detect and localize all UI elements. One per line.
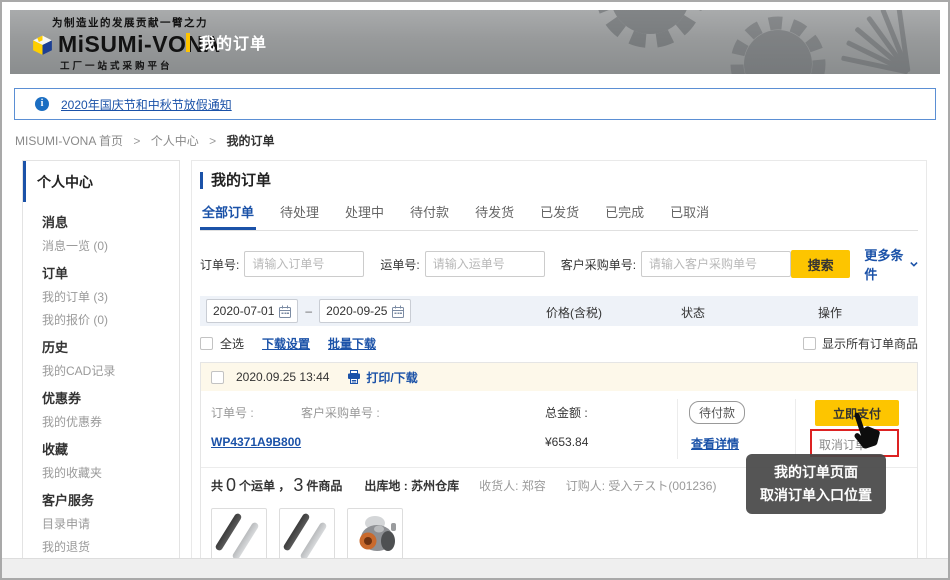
tab-completed[interactable]: 已完成 xyxy=(603,202,646,230)
product-thumb-shaft-rods[interactable] xyxy=(211,508,267,560)
sidebar-item-catalog-request[interactable]: 目录申请 xyxy=(42,517,179,531)
assembly-part-image xyxy=(348,509,402,560)
total-field-label: 总金额 : xyxy=(545,404,588,421)
product-thumb-shaft-rods[interactable] xyxy=(279,508,335,560)
summary-prefix: 共 xyxy=(211,477,223,494)
callout-line2: 取消订单入口位置 xyxy=(750,484,882,507)
logo-subtitle: 工厂一站式采购平台 xyxy=(60,58,221,72)
date-to-picker[interactable]: 2020-09-25 xyxy=(319,299,411,323)
breadcrumb-separator: > xyxy=(209,134,216,148)
shipment-count: 0 xyxy=(226,475,236,496)
sidebar-item-message-list[interactable]: 消息一览 (0) xyxy=(42,239,179,253)
summary-items-suffix: 件商品 xyxy=(306,477,342,494)
breadcrumb-current: 我的订单 xyxy=(226,134,274,148)
notice-bar: i 2020年国庆节和中秋节放假通知 xyxy=(14,88,936,120)
breadcrumb: MISUMI-VONA 首页 > 个人中心 > 我的订单 xyxy=(15,132,274,149)
breadcrumb-separator: > xyxy=(133,134,140,148)
order-tabs: 全部订单 待处理 处理中 待付款 待发货 已发货 已完成 已取消 xyxy=(200,202,918,231)
print-download-link[interactable]: 打印/下载 xyxy=(347,369,417,386)
order-card-header: 2020.09.25 13:44 打印/下载 xyxy=(201,363,917,391)
sidebar-item-my-returns[interactable]: 我的退货 xyxy=(42,540,179,554)
select-all-checkbox[interactable] xyxy=(200,337,213,350)
logo-cube-icon xyxy=(30,32,55,57)
breadcrumb-personal-center[interactable]: 个人中心 xyxy=(151,134,199,148)
column-header-action: 操作 xyxy=(818,304,842,321)
yellow-bar xyxy=(186,33,190,52)
gears-graphic xyxy=(510,10,940,74)
footer-strip xyxy=(2,558,948,578)
date-range-dash: – xyxy=(305,304,312,318)
page-title: 我的订单 xyxy=(200,172,918,189)
item-count: 3 xyxy=(293,475,303,496)
sidebar-item-my-orders[interactable]: 我的订单 (3) xyxy=(42,290,179,304)
printer-icon xyxy=(347,370,361,384)
select-all-label: 全选 xyxy=(220,335,244,352)
breadcrumb-home[interactable]: MISUMI-VONA 首页 xyxy=(15,134,123,148)
info-icon: i xyxy=(35,97,49,111)
batch-actions-row: 全选 下载设置 批量下载 显示所有订单商品 xyxy=(200,335,918,352)
sidebar-section-orders: 订单 xyxy=(42,267,179,281)
order-no-input[interactable] xyxy=(244,251,364,277)
notice-link[interactable]: 2020年国庆节和中秋节放假通知 xyxy=(61,96,232,113)
sidebar-section-coupons: 优惠券 xyxy=(42,392,179,406)
download-settings-link[interactable]: 下载设置 xyxy=(262,335,310,352)
calendar-icon xyxy=(279,305,291,318)
column-header-status: 状态 xyxy=(681,304,705,321)
tab-cancelled[interactable]: 已取消 xyxy=(668,202,711,230)
sidebar-section-favorites: 收藏 xyxy=(42,443,179,457)
summary-mid: 个运单 ， xyxy=(239,477,290,494)
sidebar-item-cad-history[interactable]: 我的CAD记录 xyxy=(42,364,179,378)
date-from-picker[interactable]: 2020-07-01 xyxy=(206,299,298,323)
page: 为制造业的发展贡献一臂之力 MiSUMi-VONA 工厂一站式采购平台 我的订单… xyxy=(0,0,950,580)
status-badge: 待付款 xyxy=(689,401,745,424)
view-details-link[interactable]: 查看详情 xyxy=(691,435,739,452)
more-conditions-link[interactable]: 更多条件 xyxy=(864,245,918,283)
show-all-items-checkbox[interactable] xyxy=(803,337,816,350)
orderer-info: 订购人: 受入テスト(001236) xyxy=(566,477,717,494)
show-all-items-label: 显示所有订单商品 xyxy=(822,335,918,352)
product-thumb-assembly-part[interactable] xyxy=(347,508,403,560)
warehouse-info: 出库地 : 苏州仓库 xyxy=(364,477,459,494)
order-no-field-label: 订单号 : xyxy=(211,404,254,421)
order-no-label: 订单号: xyxy=(200,256,239,273)
logo-slogan: 为制造业的发展贡献一臂之力 xyxy=(52,15,221,30)
tab-awaiting-shipment[interactable]: 待发货 xyxy=(473,202,516,230)
tab-awaiting-payment[interactable]: 待付款 xyxy=(408,202,451,230)
tab-processing[interactable]: 处理中 xyxy=(343,202,386,230)
filter-row: 2020-07-01 – 2020-09-25 xyxy=(200,296,918,326)
waybill-no-label: 运单号: xyxy=(380,256,419,273)
sidebar-title: 个人中心 xyxy=(23,161,179,202)
search-bar: 订单号: 运单号: 客户采购单号: 搜索 更多条件 xyxy=(200,245,918,283)
column-header-price: 价格(含税) xyxy=(546,304,602,321)
tab-all-orders[interactable]: 全部订单 xyxy=(200,202,256,230)
sidebar-section-messages: 消息 xyxy=(42,216,179,230)
order-checkbox[interactable] xyxy=(211,371,224,384)
callout-line1: 我的订单页面 xyxy=(750,461,882,484)
header-banner: 为制造业的发展贡献一臂之力 MiSUMi-VONA 工厂一站式采购平台 我的订单 xyxy=(10,10,940,74)
sidebar-item-my-coupons[interactable]: 我的优惠券 xyxy=(42,415,179,429)
po-no-input[interactable] xyxy=(641,251,791,277)
sidebar-item-my-quotes[interactable]: 我的报价 (0) xyxy=(42,313,179,327)
consignee-info: 收货人: 郑容 xyxy=(479,477,546,494)
column-divider xyxy=(795,399,796,459)
batch-download-link[interactable]: 批量下载 xyxy=(328,335,376,352)
po-field-label: 客户采购单号 : xyxy=(301,404,380,421)
order-number-link[interactable]: WP4371A9B800 xyxy=(211,435,301,449)
order-total-amount: ¥653.84 xyxy=(545,435,588,449)
column-divider xyxy=(677,399,678,459)
order-datetime: 2020.09.25 13:44 xyxy=(236,370,329,384)
calendar-icon xyxy=(392,305,404,318)
waybill-no-input[interactable] xyxy=(425,251,545,277)
tab-pending[interactable]: 待处理 xyxy=(278,202,321,230)
sidebar-section-history: 历史 xyxy=(42,341,179,355)
banner-page-title: 我的订单 xyxy=(186,30,267,54)
sidebar-section-customer-service: 客户服务 xyxy=(42,494,179,508)
sidebar: 个人中心 消息 消息一览 (0) 订单 我的订单 (3) 我的报价 (0) 历史… xyxy=(22,160,180,560)
tab-shipped[interactable]: 已发货 xyxy=(538,202,581,230)
search-button[interactable]: 搜索 xyxy=(791,250,850,278)
annotation-callout: 我的订单页面 取消订单入口位置 xyxy=(746,454,886,514)
chevron-down-icon xyxy=(910,261,918,268)
po-no-label: 客户采购单号: xyxy=(561,256,636,273)
sidebar-item-my-favorites[interactable]: 我的收藏夹 xyxy=(42,466,179,480)
